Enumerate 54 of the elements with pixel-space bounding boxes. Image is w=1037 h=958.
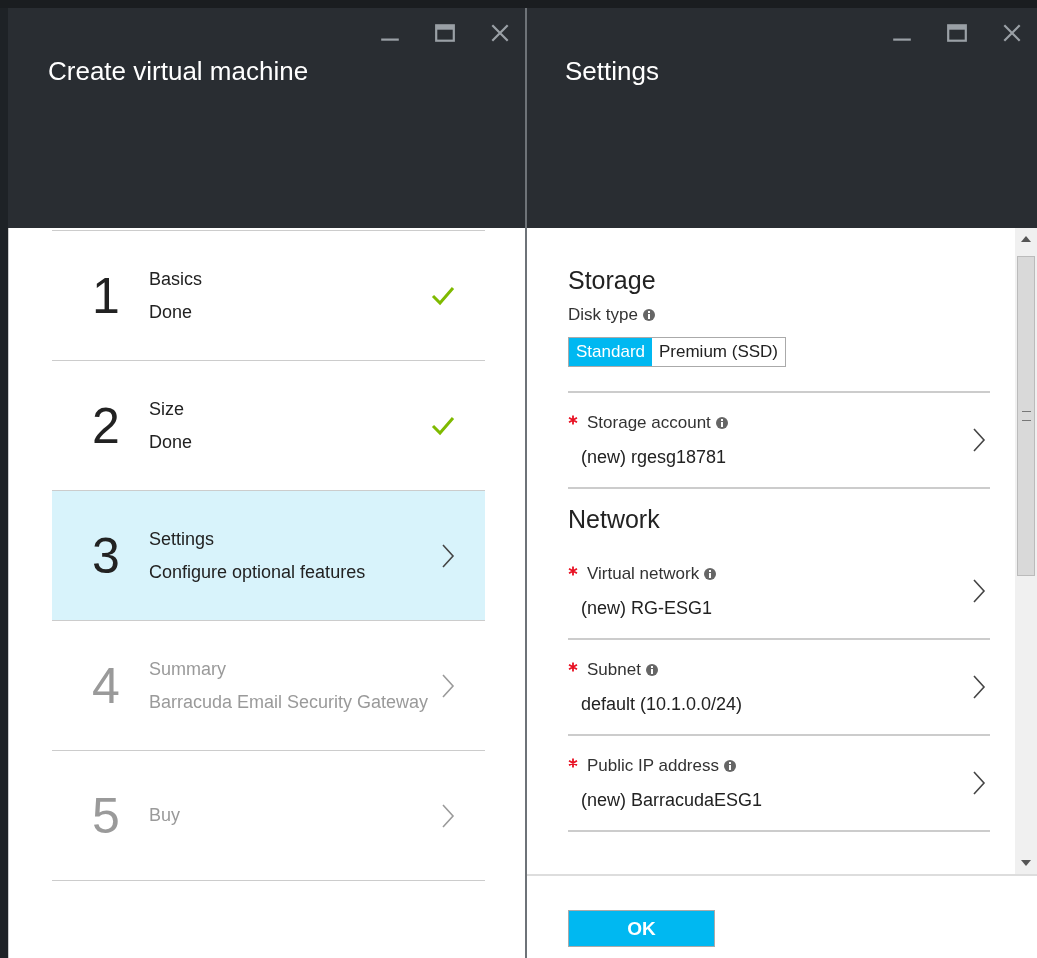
wizard-step[interactable]: 3 Settings Configure optional features [52, 491, 485, 621]
chevron-icon [972, 427, 986, 453]
chevron-icon [972, 674, 986, 700]
field-value: (new) rgesg18781 [581, 446, 728, 468]
step-subtitle: Done [149, 301, 194, 323]
wizard-step[interactable]: 1 Basics Done [52, 231, 485, 361]
info-icon [724, 759, 736, 772]
step-number: 1 [92, 266, 121, 325]
section-heading: Network [568, 504, 661, 534]
settings-field-row[interactable]: Public IP address (new) BarracudaESG1 [568, 736, 990, 832]
field-value: (new) RG-ESG1 [581, 597, 714, 619]
maximize-icon[interactable] [434, 22, 456, 44]
step-number: 3 [92, 526, 121, 585]
chevron-icon [972, 578, 986, 604]
field-label: Virtual network [587, 563, 700, 584]
scroll-down-icon[interactable] [1021, 860, 1031, 866]
step-number: 2 [92, 396, 121, 455]
info-icon [645, 663, 658, 676]
chevron-icon [441, 672, 455, 699]
step-number: 4 [92, 656, 121, 715]
maximize-icon[interactable] [946, 22, 968, 44]
step-subtitle: Barracuda Email Security Gateway [149, 691, 430, 713]
step-title: Basics [149, 268, 203, 290]
chevron-icon [441, 542, 455, 569]
blade-title: Settings [565, 56, 660, 87]
settings-field-row[interactable]: Storage account (new) rgesg18781 [568, 393, 990, 489]
step-subtitle: Configure optional features [149, 561, 367, 583]
info-icon [715, 416, 728, 429]
chevron-icon [972, 770, 986, 796]
step-title: Size [149, 398, 185, 420]
chevron-icon [441, 802, 455, 829]
field-label: Subnet [587, 659, 641, 680]
checkmark-icon [431, 415, 455, 436]
blade-title: Create virtual machine [48, 56, 310, 87]
step-subtitle: Done [149, 431, 194, 453]
info-icon [704, 567, 717, 580]
field-label: Storage account [587, 412, 711, 433]
step-title: Buy [149, 805, 182, 826]
step-number: 5 [92, 786, 121, 845]
settings-field-row[interactable]: Subnet default (10.1.0.0/24) [568, 640, 990, 736]
close-icon[interactable] [489, 22, 511, 44]
scrollbar[interactable] [1015, 228, 1037, 874]
close-icon[interactable] [1001, 22, 1023, 44]
step-title: Summary [149, 658, 227, 680]
info-icon [642, 309, 655, 321]
section-heading: Storage [568, 266, 657, 295]
settings-field-row[interactable]: Virtual network (new) RG-ESG1 [568, 544, 990, 640]
field-value: default (10.1.0.0/24) [581, 693, 744, 715]
step-title: Settings [149, 528, 216, 550]
checkmark-icon [431, 285, 455, 306]
scroll-up-icon[interactable] [1021, 236, 1031, 242]
field-label: Public IP address [587, 755, 719, 776]
field-label: Disk type [568, 305, 638, 325]
field-value: (new) BarracudaESG1 [581, 789, 764, 811]
